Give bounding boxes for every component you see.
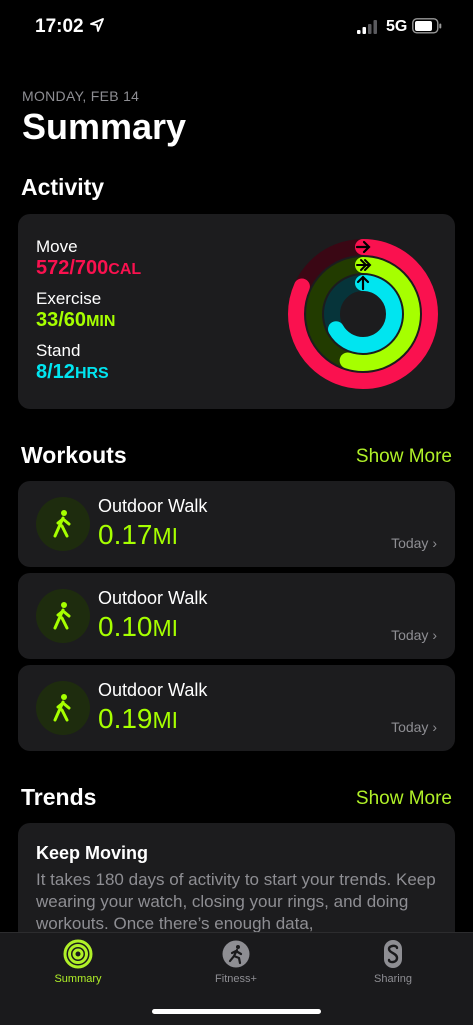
exercise-value-number: 33/60 — [36, 309, 87, 331]
status-time: 17:02 — [35, 16, 84, 37]
trends-card-text: It takes 180 days of activity to start y… — [36, 870, 436, 933]
tab-sharing-label: Sharing — [374, 973, 412, 985]
workout-distance-number: 0.10 — [98, 611, 153, 642]
walking-icon — [53, 694, 71, 722]
stand-value: 8/12HRS — [36, 361, 109, 384]
workout-date: Today › — [391, 627, 437, 643]
walking-icon — [53, 602, 71, 630]
tab-summary[interactable]: Summary — [28, 939, 128, 985]
workout-date-label: Today — [391, 535, 429, 551]
exercise-value: 33/60MIN — [36, 309, 115, 332]
chevron-right-icon: › — [432, 627, 437, 643]
status-bar: 17:02 5G — [0, 0, 473, 56]
battery-icon — [412, 18, 442, 34]
date-label: MONDAY, FEB 14 — [22, 88, 140, 104]
workout-distance-number: 0.17 — [98, 519, 153, 550]
workout-date-label: Today — [391, 627, 429, 643]
workout-card[interactable]: Outdoor Walk 0.17MI Today › — [18, 481, 455, 567]
workout-distance-unit: MI — [152, 523, 179, 549]
workout-date: Today › — [391, 719, 437, 735]
workout-distance-number: 0.19 — [98, 703, 153, 734]
chevron-right-icon: › — [432, 719, 437, 735]
page-title: Summary — [22, 106, 187, 147]
activity-section-title: Activity — [21, 174, 105, 200]
workout-title: Outdoor Walk — [98, 588, 208, 608]
workouts-section-title: Workouts — [21, 442, 127, 468]
walking-icon — [53, 510, 71, 538]
workout-date-label: Today — [391, 719, 429, 735]
stand-value-number: 8/12 — [36, 361, 75, 383]
workout-distance: 0.17MI — [98, 519, 178, 551]
workout-distance: 0.10MI — [98, 611, 178, 643]
workout-icon-badge — [36, 589, 90, 643]
chevron-right-icon: › — [432, 535, 437, 551]
exercise-label: Exercise — [36, 289, 102, 308]
sharing-icon — [384, 940, 402, 968]
runner-icon — [222, 940, 250, 968]
trends-section-title: Trends — [21, 784, 97, 810]
exercise-unit: MIN — [86, 313, 116, 330]
workout-title: Outdoor Walk — [98, 680, 208, 700]
workout-date: Today › — [391, 535, 437, 551]
signal-icon — [357, 20, 377, 34]
activity-rings-icon — [63, 939, 93, 969]
activity-card[interactable]: Move 572/700CAL Exercise 33/60MIN Stand … — [18, 214, 455, 409]
workout-icon-badge — [36, 681, 90, 735]
trends-card-title: Keep Moving — [36, 843, 149, 863]
workouts-show-more-button[interactable]: Show More — [356, 446, 452, 468]
tab-sharing[interactable]: Sharing — [343, 939, 443, 985]
stand-unit: HRS — [74, 365, 109, 382]
tab-fitness-plus-label: Fitness+ — [215, 973, 257, 985]
trends-show-more-button[interactable]: Show More — [356, 788, 452, 810]
workout-card[interactable]: Outdoor Walk 0.10MI Today › — [18, 573, 455, 659]
workout-icon-badge — [36, 497, 90, 551]
move-value: 572/700CAL — [36, 257, 141, 280]
workout-distance: 0.19MI — [98, 703, 178, 735]
move-unit: CAL — [108, 261, 142, 278]
home-indicator[interactable] — [152, 1009, 321, 1014]
stand-label: Stand — [36, 341, 81, 360]
network-label: 5G — [386, 18, 408, 35]
activity-rings — [288, 239, 438, 389]
tab-fitness-plus[interactable]: Fitness+ — [186, 939, 286, 985]
workout-title: Outdoor Walk — [98, 496, 208, 516]
tab-summary-label: Summary — [54, 973, 102, 985]
workout-card[interactable]: Outdoor Walk 0.19MI Today › — [18, 665, 455, 751]
workout-distance-unit: MI — [152, 615, 179, 641]
move-value-number: 572/700 — [36, 257, 109, 279]
workout-distance-unit: MI — [152, 707, 179, 733]
move-label: Move — [36, 237, 78, 256]
location-arrow-icon — [90, 18, 104, 32]
